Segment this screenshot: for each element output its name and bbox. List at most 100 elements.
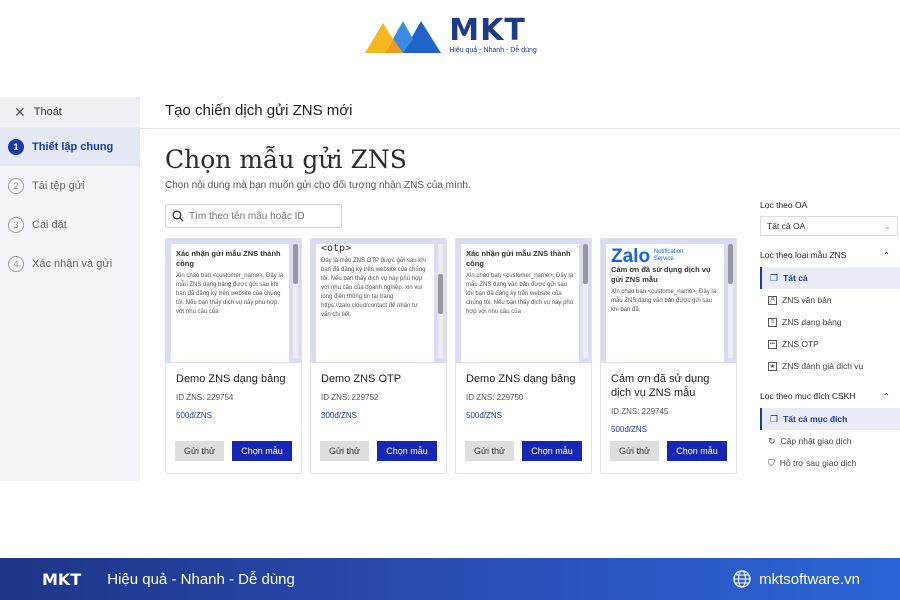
send-test-button[interactable]: Gửi thử bbox=[320, 441, 369, 461]
preview-title: Cảm ơn đã sử dụng dịch vụ gửi ZNS mẫu bbox=[611, 265, 711, 284]
step-label: Xác nhận và gửi bbox=[32, 257, 113, 270]
preview-title: Xác nhận gửi mẫu ZNS thành công bbox=[176, 249, 281, 268]
preview-scrollbar[interactable] bbox=[438, 244, 443, 358]
filter-purpose-support[interactable]: ⛉ Hỗ trợ sau giao dịch bbox=[760, 452, 900, 474]
table-icon: ≡ bbox=[768, 317, 777, 327]
step-upload-file[interactable]: 2 Tải tệp gửi bbox=[0, 166, 140, 205]
copy-icon: ❐ bbox=[770, 272, 779, 283]
template-card[interactable]: Xác nhận gửi mẫu ZNS thành công Xin chào… bbox=[455, 238, 592, 474]
footer-logo: MKT bbox=[42, 569, 82, 589]
filter-item-label: ZNS dạng bảng bbox=[782, 317, 842, 327]
template-preview: <otp> Đây là mẫu ZNS OTP được gửi sau kh… bbox=[311, 239, 446, 363]
star-icon: ★ bbox=[768, 361, 777, 371]
choose-template-button[interactable]: Chọn mẫu bbox=[232, 441, 292, 461]
search-input[interactable] bbox=[189, 210, 329, 222]
filter-type-header[interactable]: Lọc theo loại mẫu ZNS ⌃ bbox=[760, 250, 900, 261]
step-number: 4 bbox=[8, 255, 24, 272]
filter-item-label: ZNS đánh giá dịch vụ bbox=[782, 361, 864, 371]
filter-purpose-all[interactable]: ❐ Tất cả mục đích bbox=[760, 408, 900, 430]
filter-purpose-header[interactable]: Lọc theo mục đích CSKH ⌃ bbox=[760, 391, 900, 402]
zalo-logo: Zalo Notification Service bbox=[611, 245, 719, 267]
mkt-logo-icon bbox=[365, 21, 442, 53]
bag-icon: ⛉ bbox=[768, 457, 775, 468]
template-preview: Xác nhận gửi mẫu ZNS thành công Xin chào… bbox=[166, 239, 301, 363]
filter-purpose-label: Lọc theo mục đích CSKH bbox=[760, 391, 856, 401]
filter-type-label: Lọc theo loại mẫu ZNS bbox=[760, 250, 847, 260]
logo-brand: MKT bbox=[449, 13, 526, 48]
step-label: Tải tệp gửi bbox=[32, 179, 85, 192]
page-subtitle: Chọn nội dung mà bạn muốn gửi cho đối tư… bbox=[165, 180, 471, 191]
preview-text: Xin chào bạn <custome_name>, Đây là mẫu … bbox=[611, 289, 717, 313]
preview-title: Xác nhận gửi mẫu ZNS thành công bbox=[466, 249, 571, 268]
step-settings[interactable]: 3 Cài đặt bbox=[0, 205, 140, 244]
preview-scrollbar[interactable] bbox=[728, 244, 733, 358]
website-label: mktsoftware.vn bbox=[759, 570, 860, 588]
text-doc-icon: A bbox=[768, 295, 777, 305]
filter-type-otp[interactable]: ••• ZNS OTP bbox=[760, 333, 900, 355]
filter-type-rating[interactable]: ★ ZNS đánh giá dịch vụ bbox=[760, 355, 900, 377]
page-title: Chọn mẫu gửi ZNS bbox=[165, 145, 407, 174]
template-price: 500đ/ZNS bbox=[466, 411, 503, 420]
template-price: 500đ/ZNS bbox=[611, 425, 648, 434]
template-name: Demo ZNS dạng bảng bbox=[176, 373, 286, 385]
zalo-brand: Zalo bbox=[611, 245, 651, 267]
filter-item-label: ZNS văn bản bbox=[782, 295, 832, 305]
filter-type-all[interactable]: ❐ Tất cả bbox=[760, 267, 900, 289]
template-price: 300đ/ZNS bbox=[321, 411, 358, 420]
preview-scrollbar[interactable] bbox=[583, 244, 588, 358]
step-number: 3 bbox=[8, 216, 24, 233]
search-icon bbox=[172, 210, 184, 222]
template-search[interactable] bbox=[165, 204, 342, 228]
copy-icon: ❐ bbox=[770, 413, 779, 424]
template-preview: Xác nhận gửi mẫu ZNS thành công Xin chào… bbox=[456, 239, 591, 363]
choose-template-button[interactable]: Chọn mẫu bbox=[522, 441, 582, 461]
filter-purpose-update[interactable]: ↻ Cập nhật giao dịch bbox=[760, 430, 900, 452]
step-confirm-send[interactable]: 4 Xác nhận và gửi bbox=[0, 244, 140, 283]
step-label: Thiết lập chung bbox=[32, 140, 114, 153]
filter-oa-label: Lọc theo OA bbox=[760, 200, 808, 210]
chevron-up-icon: ⌃ bbox=[882, 391, 890, 401]
template-card[interactable]: Xác nhận gửi mẫu ZNS thành công Xin chào… bbox=[165, 238, 302, 474]
refresh-icon: ↻ bbox=[768, 435, 776, 446]
filter-type-text[interactable]: A ZNS văn bản bbox=[760, 289, 900, 311]
template-id: ID ZNS: 229754 bbox=[176, 393, 234, 402]
chevron-up-icon: ⌃ bbox=[882, 250, 890, 260]
template-card[interactable]: Zalo Notification Service Cảm ơn đã sử d… bbox=[600, 238, 737, 474]
preview-scrollbar[interactable] bbox=[293, 244, 298, 358]
preview-text: Xin chào bạn <customer_name>. Đây là mẫu… bbox=[176, 273, 284, 315]
template-name: Demo ZNS OTP bbox=[321, 373, 402, 385]
send-test-button[interactable]: Gửi thử bbox=[175, 441, 224, 461]
filter-item-label: Cập nhật giao dịch bbox=[780, 436, 852, 446]
send-test-button[interactable]: Gửi thử bbox=[465, 441, 514, 461]
template-id: ID ZNS: 229750 bbox=[466, 393, 524, 402]
globe-icon bbox=[733, 570, 751, 588]
filter-item-label: Tất cả bbox=[783, 273, 808, 283]
step-number: 1 bbox=[8, 138, 24, 155]
preview-text: Xin chào bạn <customer_name>. Đây là mẫu… bbox=[466, 273, 574, 315]
template-name: Cảm ơn đã sử dụng dịch vụ ZNS mẫu bbox=[611, 373, 710, 399]
template-card[interactable]: <otp> Đây là mẫu ZNS OTP được gửi sau kh… bbox=[310, 238, 447, 474]
footer-website[interactable]: mktsoftware.vn bbox=[733, 570, 860, 588]
exit-button[interactable]: ✕ Thoát bbox=[0, 97, 140, 127]
choose-template-button[interactable]: Chọn mẫu bbox=[667, 441, 727, 461]
filter-item-label: Hỗ trợ sau giao dịch bbox=[779, 458, 857, 468]
send-test-button[interactable]: Gửi thử bbox=[610, 441, 659, 461]
logo-tagline: Hiệu quả - Nhanh - Dễ dùng bbox=[449, 47, 537, 54]
footer-slogan: Hiệu quả - Nhanh - Dễ dùng bbox=[107, 570, 295, 588]
filter-oa-select[interactable]: Tất cả OA ⌄ bbox=[760, 216, 898, 236]
preview-text: Đây là mẫu ZNS OTP được gửi sau khi bạn … bbox=[321, 258, 426, 318]
filter-panel: Lọc theo OA Tất cả OA ⌄ Lọc theo loại mẫ… bbox=[760, 200, 900, 474]
zalo-sub: Notification Service bbox=[653, 249, 684, 262]
chevron-down-icon: ⌄ bbox=[884, 221, 891, 231]
choose-template-button[interactable]: Chọn mẫu bbox=[377, 441, 437, 461]
wizard-sidebar: ✕ Thoát 1 Thiết lập chung 2 Tải tệp gửi … bbox=[0, 97, 140, 481]
close-icon: ✕ bbox=[14, 103, 26, 120]
template-price: 500đ/ZNS bbox=[176, 411, 213, 420]
template-id: ID ZNS: 229745 bbox=[611, 407, 669, 416]
template-name: Demo ZNS dạng bảng bbox=[466, 373, 576, 385]
preview-title: <otp> bbox=[321, 244, 352, 254]
filter-item-label: ZNS OTP bbox=[782, 339, 819, 349]
otp-icon: ••• bbox=[768, 339, 777, 349]
step-general-setup[interactable]: 1 Thiết lập chung bbox=[0, 127, 140, 166]
filter-type-table[interactable]: ≡ ZNS dạng bảng bbox=[760, 311, 900, 333]
